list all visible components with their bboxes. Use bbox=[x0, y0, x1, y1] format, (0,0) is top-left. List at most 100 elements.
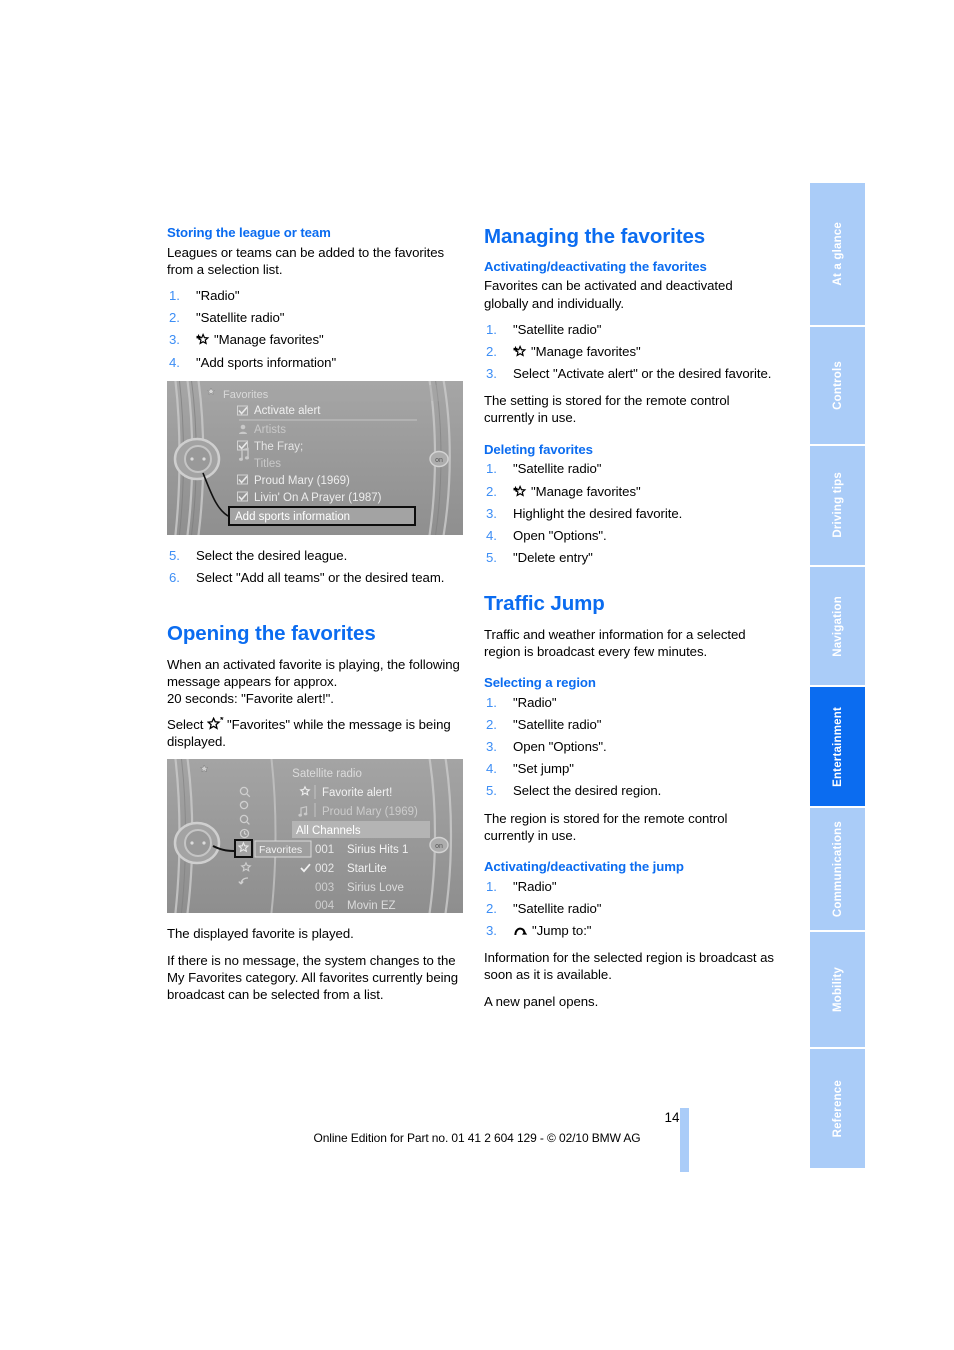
sidebar-tab-mobility[interactable]: Mobility bbox=[810, 932, 865, 1050]
step-text: "Set jump" bbox=[513, 761, 574, 777]
paragraph-traffic-jump-intro: Traffic and weather information for a se… bbox=[484, 626, 746, 659]
group-header-all-channels: All Channels bbox=[292, 821, 430, 839]
paragraph-no-message: If there is no message, the system chang… bbox=[167, 952, 459, 1002]
svg-text:Sirius Hits 1: Sirius Hits 1 bbox=[347, 844, 408, 856]
step-text: "Add sports information" bbox=[196, 354, 337, 370]
step-item: "Manage favorites" bbox=[167, 331, 463, 348]
svg-text:Activate alert: Activate alert bbox=[254, 405, 321, 417]
idrive-controller-knob bbox=[173, 437, 221, 481]
star-asterisk-icon: * bbox=[206, 717, 224, 731]
tab-label: Driving tips bbox=[831, 472, 844, 538]
star-selected-icon bbox=[234, 839, 253, 859]
svg-text:002: 002 bbox=[315, 863, 334, 875]
page-number: 149 bbox=[664, 1110, 687, 1125]
tab-label: Communications bbox=[831, 821, 844, 918]
svg-text:Favorites: Favorites bbox=[259, 844, 302, 856]
step-text: Open "Options". bbox=[513, 527, 607, 543]
idrive-favorites-screen: on Favorites Activate alert Artists The … bbox=[167, 380, 463, 535]
step-item: "Set jump" bbox=[484, 760, 780, 777]
manual-page: At a glance Controls Driving tips Naviga… bbox=[0, 0, 954, 1350]
step-item: Open "Options". bbox=[484, 527, 780, 544]
svg-text:Sirius Love: Sirius Love bbox=[347, 882, 404, 894]
step-item: "Delete entry" bbox=[484, 549, 780, 566]
svg-text:*: * bbox=[220, 717, 224, 725]
row-livin-on-a-prayer: Livin' On A Prayer (1987) bbox=[237, 491, 382, 504]
idrive-controller-knob bbox=[173, 822, 221, 865]
heading-deleting-favorites: Deleting favorites bbox=[484, 441, 593, 457]
tab-label: Reference bbox=[831, 1079, 844, 1138]
select-prefix: Select bbox=[167, 717, 207, 733]
step-item: Highlight the desired favorite. bbox=[484, 505, 780, 522]
chapter-tab-rail: At a glance Controls Driving tips Naviga… bbox=[810, 183, 865, 1168]
svg-text:Livin' On A Prayer (1987): Livin' On A Prayer (1987) bbox=[254, 492, 382, 504]
paragraph-select-favorites: Select * "Favorites" while the message is… bbox=[167, 716, 463, 750]
paragraph-favorite-played: The displayed favorite is played. bbox=[167, 926, 354, 942]
jump-arc-icon bbox=[513, 923, 529, 937]
figure-title-bar: Favorites bbox=[207, 384, 441, 401]
step-item: Select "Activate alert" or the desired f… bbox=[484, 365, 780, 382]
svg-text:Satellite radio: Satellite radio bbox=[292, 768, 362, 780]
svg-text:StarLite: StarLite bbox=[347, 863, 387, 875]
step-text: "Delete entry" bbox=[513, 549, 593, 565]
heading-selecting-a-region: Selecting a region bbox=[484, 675, 596, 690]
svg-text:on: on bbox=[435, 843, 443, 850]
sidebar-tab-navigation[interactable]: Navigation bbox=[810, 566, 865, 688]
step-item: Select the desired league. bbox=[167, 547, 463, 564]
step-item: "Radio" bbox=[484, 878, 780, 895]
step-text: Select "Activate alert" or the desired f… bbox=[513, 366, 772, 382]
idrive-satellite-radio-screen: on Satellite radio Favorites Favorite al… bbox=[167, 759, 463, 914]
svg-text:on: on bbox=[435, 457, 443, 464]
step-item: "Manage favorites" bbox=[484, 483, 780, 500]
paragraph-setting-stored: The setting is stored for the remote con… bbox=[484, 393, 730, 426]
paragraph-activating-intro: Favorites can be activated and deactivat… bbox=[484, 278, 733, 311]
svg-text:The Fray;: The Fray; bbox=[254, 441, 303, 453]
row-proud-mary: Proud Mary (1969) bbox=[237, 474, 350, 487]
step-text: Highlight the desired favorite. bbox=[513, 505, 683, 521]
step-text: Select the desired region. bbox=[513, 783, 662, 799]
steps-activating-jump: "Radio" "Satellite radio" "Jump to:" bbox=[484, 878, 780, 940]
sidebar-tab-entertainment[interactable]: Entertainment bbox=[810, 687, 865, 809]
row-add-sports-information-highlighted: Add sports information bbox=[228, 505, 416, 526]
idrive-favorites-figure: on Favorites Activate alert Artists The … bbox=[167, 380, 463, 535]
steps-deleting-favorites: "Satellite radio" "Manage favorites" Hig… bbox=[484, 460, 780, 566]
svg-text:003: 003 bbox=[315, 882, 334, 894]
step-item: "Satellite radio" bbox=[167, 309, 463, 326]
step-text: "Jump to:" bbox=[532, 923, 592, 939]
svg-text:Favorites: Favorites bbox=[223, 389, 269, 401]
step-item: "Radio" bbox=[484, 694, 780, 711]
sidebar-tab-reference[interactable]: Reference bbox=[810, 1049, 865, 1168]
heading-activating-deactivating-jump: Activating/deactivating the jump bbox=[484, 858, 684, 874]
svg-text:Proud Mary (1969): Proud Mary (1969) bbox=[322, 806, 418, 818]
steps-storing-league-cont: Select the desired league. Select "Add a… bbox=[167, 547, 463, 586]
step-item: "Satellite radio" bbox=[484, 460, 780, 477]
step-item: Open "Options". bbox=[484, 738, 780, 755]
footer-text: Online Edition for Part no. 01 41 2 604 … bbox=[313, 1131, 641, 1145]
step-text: "Manage favorites" bbox=[531, 483, 641, 499]
step-item: "Satellite radio" bbox=[484, 900, 780, 917]
paragraph-region-stored: The region is stored for the remote cont… bbox=[484, 810, 728, 843]
heading-traffic-jump: Traffic Jump bbox=[484, 592, 605, 616]
svg-text:Artists: Artists bbox=[254, 424, 286, 436]
step-text: "Manage favorites" bbox=[214, 332, 324, 348]
svg-text:004: 004 bbox=[315, 900, 335, 912]
sidebar-tab-controls[interactable]: Controls bbox=[810, 326, 865, 446]
step-item: Select the desired region. bbox=[484, 782, 780, 799]
svg-text:Favorite alert!: Favorite alert! bbox=[322, 787, 392, 799]
sidebar-tab-at-a-glance[interactable]: At a glance bbox=[810, 183, 865, 327]
step-text: "Satellite radio" bbox=[513, 461, 602, 477]
heading-activating-deactivating-favorites: Activating/deactivating the favorites bbox=[484, 258, 707, 274]
step-text: "Radio" bbox=[513, 694, 557, 710]
tab-label: Controls bbox=[831, 360, 844, 410]
step-text: Open "Options". bbox=[513, 739, 607, 755]
star-plus-icon bbox=[196, 332, 211, 346]
on-badge: on bbox=[429, 837, 449, 854]
sidebar-tab-communications[interactable]: Communications bbox=[810, 808, 865, 933]
sidebar-tab-driving-tips[interactable]: Driving tips bbox=[810, 445, 865, 567]
paragraph-opening-intro: When an activated favorite is playing, t… bbox=[167, 656, 460, 706]
tab-label: At a glance bbox=[831, 222, 844, 286]
channel-row: 001 Sirius Hits 1 bbox=[315, 844, 408, 856]
steps-storing-league: "Radio" "Satellite radio" "Manage favori… bbox=[167, 287, 463, 371]
idrive-satellite-radio-figure: on Satellite radio Favorites Favorite al… bbox=[167, 759, 463, 914]
svg-text:All Channels: All Channels bbox=[296, 825, 361, 837]
paragraph-jump-info: Information for the selected region is b… bbox=[484, 950, 774, 983]
